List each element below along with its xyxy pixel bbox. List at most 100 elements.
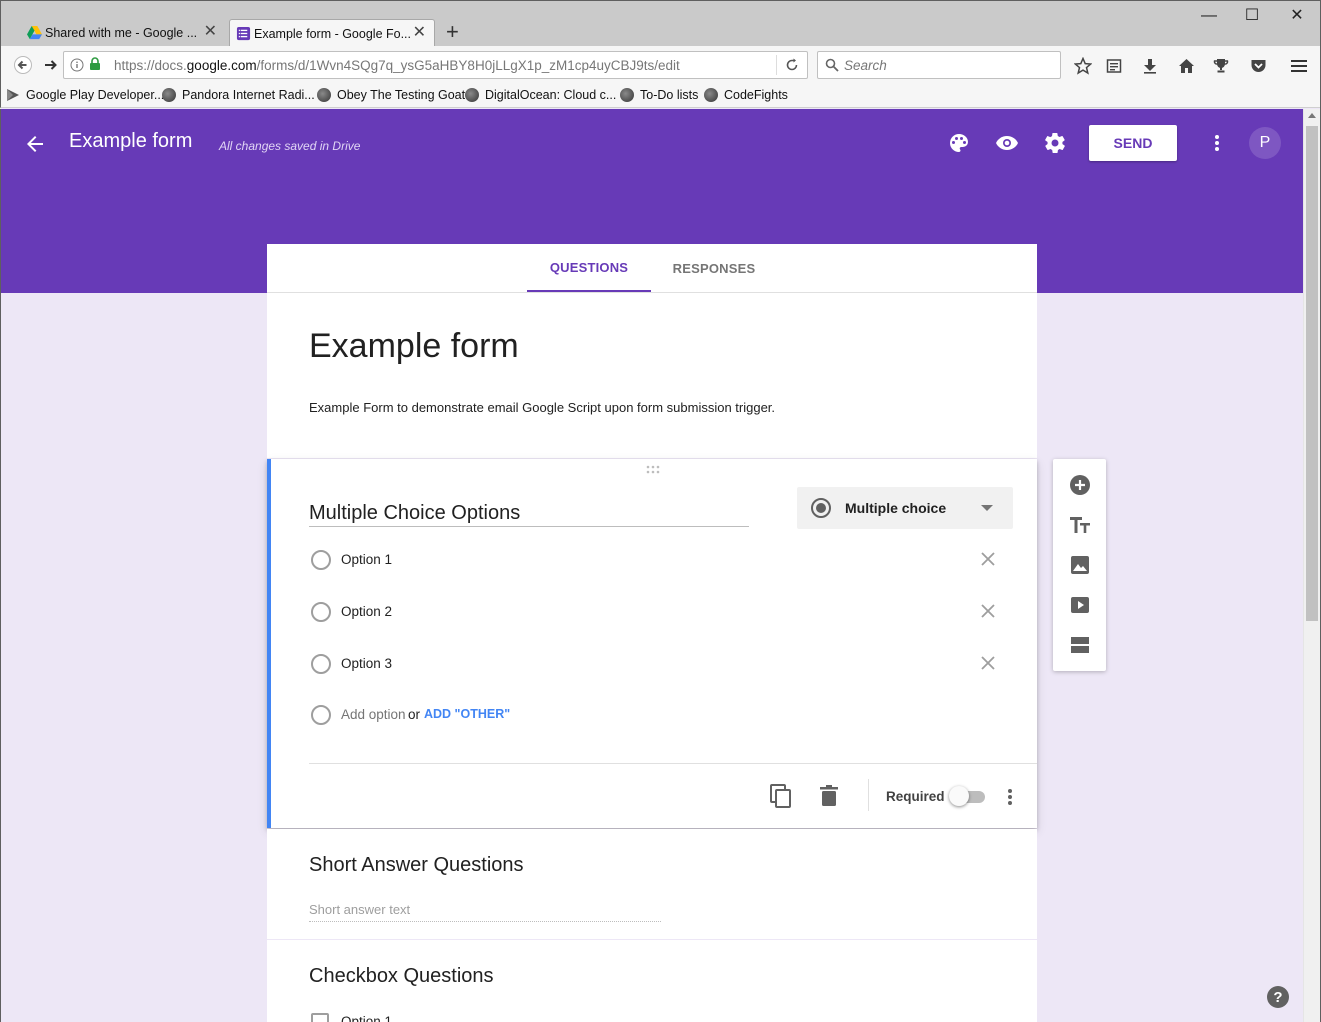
question-title[interactable]: Multiple Choice Options: [309, 502, 520, 525]
avatar[interactable]: P: [1249, 127, 1281, 159]
question-title-underline: [309, 526, 749, 527]
question-card-checkbox[interactable]: Checkbox Questions Option 1: [267, 940, 1037, 1022]
back-arrow-icon[interactable]: [23, 132, 47, 156]
lock-icon: [90, 57, 100, 70]
option-row: Option 3: [309, 652, 1009, 676]
delete-trash-icon[interactable]: [818, 784, 840, 808]
toggle-knob: [949, 786, 969, 806]
browser-tab-label: Example form - Google Fo...: [254, 26, 412, 41]
add-title-text-icon[interactable]: [1068, 513, 1092, 537]
remove-option-close-icon[interactable]: [979, 654, 997, 672]
bookmark-obey-testing-goat[interactable]: Obey The Testing Goat: [317, 88, 465, 102]
bookmark-star-icon[interactable]: [1073, 56, 1093, 76]
question-footer-divider: [309, 763, 1037, 764]
close-window-button[interactable]: ✕: [1274, 5, 1320, 27]
download-icon[interactable]: [1140, 56, 1160, 76]
forms-page: Example form All changes saved in Drive …: [1, 109, 1303, 1022]
search-placeholder: Search: [844, 58, 887, 73]
more-vert-icon[interactable]: [1207, 131, 1227, 155]
bookmarks-toolbar: Google Play Developer... Pandora Interne…: [0, 84, 1321, 108]
option-label[interactable]: Option 2: [341, 604, 392, 619]
home-icon[interactable]: [1176, 56, 1196, 76]
send-button[interactable]: SEND: [1089, 125, 1177, 161]
add-video-icon[interactable]: [1068, 593, 1092, 617]
search-bar[interactable]: Search: [817, 51, 1061, 79]
add-image-icon[interactable]: [1068, 553, 1092, 577]
bookmark-codefights[interactable]: CodeFights: [704, 88, 788, 102]
close-icon[interactable]: ✕: [204, 24, 217, 40]
reload-icon[interactable]: [785, 58, 799, 72]
option-label: Option 1: [341, 1014, 393, 1022]
maximize-button[interactable]: ☐: [1229, 5, 1275, 27]
dropdown-arrow-icon: [981, 505, 993, 511]
form-title[interactable]: Example form: [309, 327, 519, 366]
drag-handle-icon[interactable]: [645, 465, 661, 475]
bookmark-digitalocean[interactable]: DigitalOcean: Cloud c...: [465, 88, 616, 102]
required-label: Required: [886, 789, 945, 804]
short-answer-placeholder: Short answer text: [309, 902, 411, 917]
globe-icon: [465, 88, 479, 102]
active-card-indicator: [267, 459, 271, 828]
url-bar[interactable]: https://docs.google.com/forms/d/1Wvn4SQg…: [63, 51, 808, 79]
minimize-button[interactable]: —: [1186, 5, 1232, 27]
new-tab-button[interactable]: +: [446, 19, 459, 45]
option-label[interactable]: Option 3: [341, 656, 392, 671]
url-path: /forms/d/1Wvn4SQg7q_ysG5aHBY8H0jLLgX1p_z…: [256, 58, 680, 73]
question-type-dropdown[interactable]: Multiple choice: [797, 487, 1013, 529]
header-form-title[interactable]: Example form: [69, 130, 192, 153]
bookmark-todo-lists[interactable]: To-Do lists: [620, 88, 698, 102]
globe-icon: [162, 88, 176, 102]
url-host: google.com: [186, 58, 257, 73]
hamburger-menu-icon[interactable]: [1289, 56, 1309, 76]
globe-icon: [317, 88, 331, 102]
option-label[interactable]: Option 1: [341, 552, 392, 567]
browser-tab-example-form[interactable]: Example form - Google Fo... ✕: [229, 19, 435, 47]
form-description[interactable]: Example Form to demonstrate email Google…: [309, 400, 775, 415]
bookmark-label: Pandora Internet Radi...: [182, 88, 315, 102]
trophy-icon[interactable]: [1211, 56, 1231, 76]
question-title[interactable]: Checkbox Questions: [309, 965, 494, 988]
option-row: Option 1: [309, 1013, 509, 1022]
add-question-plus-icon[interactable]: [1068, 473, 1092, 497]
browser-tab-shared[interactable]: Shared with me - Google ... ✕: [21, 19, 225, 47]
tab-responses[interactable]: RESPONSES: [651, 244, 777, 292]
question-title[interactable]: Short Answer Questions: [309, 854, 524, 877]
scroll-up-arrow-icon[interactable]: [1308, 113, 1316, 118]
add-other-link[interactable]: ADD "OTHER": [424, 707, 510, 721]
bookmark-google-play[interactable]: Google Play Developer...: [6, 88, 164, 102]
bookmark-pandora[interactable]: Pandora Internet Radi...: [162, 88, 315, 102]
bookmark-label: To-Do lists: [640, 88, 699, 102]
duplicate-copy-icon[interactable]: [770, 784, 792, 808]
back-button[interactable]: [11, 54, 35, 76]
palette-icon[interactable]: [947, 131, 971, 155]
page-scrollbar[interactable]: [1303, 109, 1320, 1022]
bookmark-label: Google Play Developer...: [26, 88, 165, 102]
checkbox-icon: [311, 1013, 329, 1022]
radio-checked-icon: [811, 498, 831, 518]
form-header-card[interactable]: Example form Example Form to demonstrate…: [267, 293, 1037, 458]
globe-icon: [620, 88, 634, 102]
add-item-toolbar: [1053, 459, 1106, 671]
settings-gear-icon[interactable]: [1043, 131, 1067, 155]
reading-list-icon[interactable]: [1104, 56, 1124, 76]
close-icon[interactable]: ✕: [413, 25, 426, 41]
help-icon[interactable]: ?: [1267, 986, 1289, 1008]
add-option-input[interactable]: Add option: [341, 707, 406, 722]
browser-tab-label: Shared with me - Google ...: [45, 26, 198, 40]
info-icon[interactable]: [70, 58, 84, 72]
url-text[interactable]: https://docs.google.com/forms/d/1Wvn4SQg…: [114, 58, 680, 73]
form-tabs: QUESTIONS RESPONSES: [267, 244, 1037, 293]
pocket-icon[interactable]: [1248, 56, 1268, 76]
radio-unchecked-icon: [311, 654, 331, 674]
forward-button[interactable]: [39, 54, 63, 76]
remove-option-close-icon[interactable]: [979, 602, 997, 620]
add-section-icon[interactable]: [1068, 633, 1092, 657]
question-card-short-answer[interactable]: Short Answer Questions Short answer text: [267, 829, 1037, 939]
preview-eye-icon[interactable]: [995, 131, 1019, 155]
required-toggle[interactable]: [949, 786, 987, 806]
question-card-multiple-choice[interactable]: Multiple Choice Options Multiple choice …: [267, 459, 1037, 828]
scrollbar-thumb[interactable]: [1306, 126, 1318, 621]
remove-option-close-icon[interactable]: [979, 550, 997, 568]
more-vert-icon[interactable]: [1003, 785, 1017, 809]
tab-questions[interactable]: QUESTIONS: [527, 244, 651, 292]
